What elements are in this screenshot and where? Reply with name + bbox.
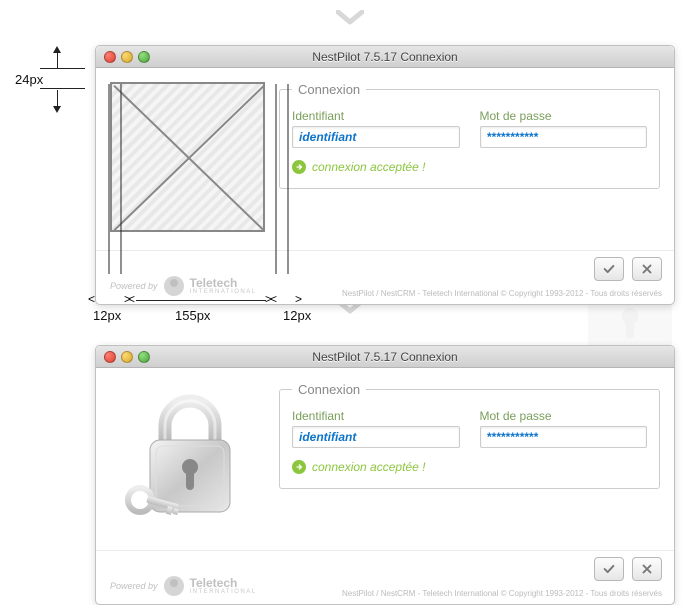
window-title: NestPilot 7.5.17 Connexion bbox=[96, 50, 674, 64]
login-image bbox=[110, 382, 265, 532]
powered-by-label: Powered by bbox=[110, 581, 158, 591]
status-message: connexion acceptée ! bbox=[312, 160, 425, 174]
fieldset-legend: Connexion bbox=[292, 382, 366, 397]
annotation-width: 155px bbox=[175, 308, 210, 323]
annotation-right-margin: 12px bbox=[283, 308, 311, 323]
teletech-sub: INTERNATIONAL bbox=[190, 589, 257, 595]
id-label: Identifiant bbox=[292, 409, 460, 423]
id-label: Identifiant bbox=[292, 109, 460, 123]
success-icon bbox=[292, 460, 306, 474]
pw-input[interactable] bbox=[480, 126, 648, 148]
pw-label: Mot de passe bbox=[480, 409, 648, 423]
id-input[interactable] bbox=[292, 126, 460, 148]
annotation-top-margin: 24px bbox=[15, 72, 43, 87]
login-fieldset: Connexion Identifiant Mot de passe bbox=[279, 382, 660, 489]
status-message: connexion acceptée ! bbox=[312, 460, 425, 474]
login-fieldset: Connexion Identifiant Mot de passe bbox=[279, 82, 660, 189]
login-window-rendered: NestPilot 7.5.17 Connexion bbox=[95, 345, 675, 605]
cancel-button[interactable] bbox=[632, 257, 662, 281]
confirm-button[interactable] bbox=[594, 257, 624, 281]
annotation-left-margin: 12px bbox=[93, 308, 121, 323]
fieldset-legend: Connexion bbox=[292, 82, 366, 97]
pw-label: Mot de passe bbox=[480, 109, 648, 123]
chevron-down-icon bbox=[336, 4, 364, 35]
teletech-logo-icon bbox=[164, 576, 184, 596]
success-icon bbox=[292, 160, 306, 174]
cancel-button[interactable] bbox=[632, 557, 662, 581]
confirm-button[interactable] bbox=[594, 557, 624, 581]
id-input[interactable] bbox=[292, 426, 460, 448]
image-placeholder bbox=[110, 82, 265, 232]
titlebar: NestPilot 7.5.17 Connexion bbox=[96, 46, 674, 68]
titlebar: NestPilot 7.5.17 Connexion bbox=[96, 346, 674, 368]
window-title: NestPilot 7.5.17 Connexion bbox=[96, 350, 674, 364]
powered-by: Powered by Teletech INTERNATIONAL bbox=[110, 576, 257, 596]
pw-input[interactable] bbox=[480, 426, 648, 448]
teletech-name: Teletech bbox=[190, 577, 257, 589]
dimension-lines bbox=[95, 244, 290, 294]
